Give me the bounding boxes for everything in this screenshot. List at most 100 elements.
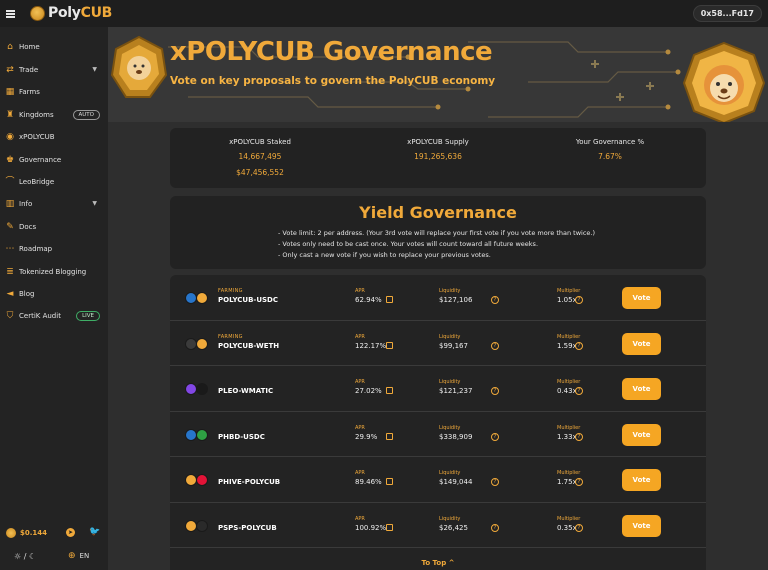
farm-row: PSPS-POLYCUB APR 100.92% Liquidity $26,425? M… [170,503,706,548]
farms-icon: ▦ [5,87,15,97]
live-badge: LIVE [76,311,100,321]
sidebar-item-label: LeoBridge [19,178,55,186]
pair-name: POLYCUB-USDC [218,296,279,304]
twitter-icon[interactable]: 🐦 [89,527,100,537]
calculator-icon[interactable] [386,296,393,303]
theme-toggle[interactable]: ☼ / ☾ [14,552,36,561]
docs-icon: ✎ [6,222,14,232]
chevron-down-icon: ▼ [92,66,97,73]
vote-button[interactable]: Vote [622,332,661,355]
sidebar-item-farms[interactable]: ▦ Farms [0,83,108,101]
liquidity-value: $99,167 [439,341,468,350]
brand-name: PolyCUB [48,5,113,21]
rule-item: - Votes only need to be cast once. Your … [278,240,539,248]
help-icon[interactable]: ? [491,296,499,304]
help-icon[interactable]: ? [575,523,583,532]
page-subtitle: Vote on key proposals to govern the Poly… [170,75,496,87]
vote-button[interactable]: Vote [622,469,661,491]
multiplier-value: 1.75x [557,478,577,486]
multiplier-label: Multiplier [557,470,581,476]
liquidity-label: Liquidity [439,515,461,522]
sidebar-item-label: xPOLYCUB [19,133,55,141]
calculator-icon[interactable] [386,387,393,394]
help-icon[interactable]: ? [491,523,499,532]
farming-tag: FARMING [218,288,243,294]
multiplier-value: 1.59x [557,341,577,350]
help-icon[interactable]: ? [575,478,583,486]
sidebar-item-docs[interactable]: ✎ Docs [0,218,108,236]
trade-icon: ⇄ [6,65,14,75]
sidebar-item-label: Farms [19,88,40,96]
vote-button[interactable]: Vote [622,378,661,400]
token-b-icon [196,337,208,350]
roadmap-icon: ⋯ [5,244,15,254]
vote-button[interactable]: Vote [622,514,661,537]
polycub-logo[interactable]: PolyCUB [30,5,112,21]
sidebar-item-label: Governance [19,156,62,164]
governance-stats-card: xPOLYCUB Staked 14,667,495 $47,456,552 x… [170,128,706,188]
calculator-icon[interactable] [386,478,393,485]
telegram-icon[interactable]: ➤ [66,528,75,537]
apr-value: 29.9% [355,432,378,441]
price-value: $0.144 [20,529,48,537]
help-icon[interactable]: ? [491,432,499,441]
calculator-icon[interactable] [386,341,393,349]
apr-value: 122.17% [355,341,387,350]
blog-icon: ◄ [6,289,14,299]
polycub-price[interactable]: $0.144 [6,528,47,538]
sidebar-item-leobridge[interactable]: ⌒ LeoBridge [0,173,108,191]
help-icon[interactable]: ? [575,387,583,395]
liquidity-label: Liquidity [439,470,461,476]
help-icon[interactable]: ? [575,432,583,441]
liquidity-value: $26,425 [439,523,468,532]
apr-label: APR [355,515,365,522]
calculator-icon[interactable] [386,523,393,531]
home-icon: ⌂ [7,42,13,52]
sidebar-item-home[interactable]: ⌂ Home [0,38,108,56]
yield-governance-title: Yield Governance [359,203,517,222]
sidebar-item-xpolycub[interactable]: ◉ xPOLYCUB [0,128,108,146]
to-top-link[interactable]: To Top ^ [170,559,706,567]
apr-value: 89.46% [355,478,382,486]
vote-button[interactable]: Vote [622,423,661,446]
governance-icon: ♚ [5,155,15,165]
stat-xpolycub-supply: xPOLYCUB Supply 191,265,636 [348,138,528,168]
sidebar-item-certik-audit[interactable]: ⛉ CertiK Audit LIVE [0,307,108,325]
pair-name: PSPS-POLYCUB [218,523,277,532]
sidebar-item-roadmap[interactable]: ⋯ Roadmap [0,240,108,258]
calculator-icon[interactable] [386,432,393,440]
farm-vote-list: FARMING POLYCUB-USDC APR 62.94% Liquidity $12… [170,275,706,570]
liquidity-value: $121,237 [439,387,473,395]
hamburger-menu-icon[interactable] [6,10,15,18]
vote-button[interactable]: Vote [622,287,661,309]
governance-banner: xPOLYCUB Governance Vote on key proposal… [108,27,768,122]
sidebar-item-tokenized-blogging[interactable]: ≣ Tokenized Blogging [0,263,108,281]
apr-value: 62.94% [355,296,382,304]
sidebar-item-label: Blog [19,290,35,298]
help-icon[interactable]: ? [491,341,499,350]
polycub-mascot-badge-left [110,35,168,98]
sidebar-item-label: Roadmap [19,245,53,253]
rule-item: - Vote limit: 2 per address. (Your 3rd v… [278,229,595,237]
sidebar-item-kingdoms[interactable]: ♜ Kingdoms AUTO [0,106,108,124]
stat-value: 7.67% [598,152,622,161]
liquidity-label: Liquidity [439,424,461,431]
language-selector[interactable]: ⊕ EN [68,551,89,561]
wallet-address-button[interactable]: 0x58...Fd17 [692,5,762,22]
sidebar-item-blog[interactable]: ◄ Blog [0,285,108,303]
help-icon[interactable]: ? [575,341,583,350]
sidebar-item-trade[interactable]: ⇄ Trade ▼ [0,61,108,79]
sidebar-item-governance[interactable]: ♚ Governance [0,151,108,169]
moon-icon: ☾ [28,552,37,561]
auto-badge: AUTO [72,110,100,120]
token-b-icon [196,474,208,486]
farm-row: PHIVE-POLYCUB APR 89.46% Liquidity $149,044?… [170,457,706,503]
stat-value: 14,667,495 [238,152,282,161]
multiplier-label: Multiplier [557,333,581,340]
help-icon[interactable]: ? [491,478,499,486]
sidebar-item-info[interactable]: ▥ Info ▼ [0,195,108,213]
pair-name: PLEO-WMATIC [218,387,274,395]
help-icon[interactable]: ? [575,296,583,304]
help-icon[interactable]: ? [491,387,499,395]
token-b-icon [196,519,208,532]
